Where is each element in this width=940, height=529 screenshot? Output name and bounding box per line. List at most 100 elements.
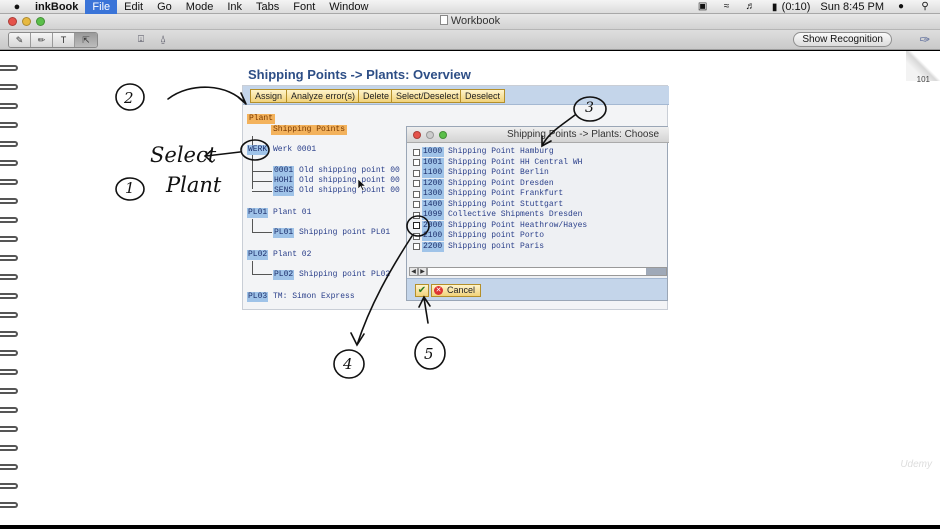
shipping-point-row[interactable]: 1200 Shipping Point Dresden (413, 178, 554, 189)
spotlight-search-icon[interactable]: ⚲ (918, 2, 932, 12)
cancel-button[interactable]: ✕ Cancel (431, 284, 482, 297)
document-icon (439, 15, 448, 25)
pen-tool-button[interactable]: ✎ (9, 33, 31, 47)
shipping-point-row[interactable]: 1099 Collective Shipments Dresden (413, 210, 582, 220)
row-checkbox[interactable] (413, 232, 420, 240)
show-recognition-button[interactable]: Show Recognition (793, 32, 892, 47)
pen-settings-icon[interactable]: ✑ (916, 32, 934, 48)
menu-font[interactable]: Font (286, 0, 322, 14)
shipping-point-row[interactable]: 1400 Shipping Point Stuttgart (413, 199, 563, 210)
shipping-point-row[interactable]: 1000 Shipping Point Hamburg (413, 147, 554, 157)
battery-status[interactable]: ▮ (0:10) (768, 1, 811, 13)
tree-shipping-point-name[interactable]: Old shipping point 00 (299, 176, 400, 186)
tree-shipping-point-name[interactable]: Shipping point PL02 (299, 270, 390, 280)
deselect-button[interactable]: Deselect (460, 89, 506, 103)
delete-button[interactable]: Delete (358, 89, 395, 103)
shipping-point-code: 1099 (422, 210, 444, 220)
grow-ink-icon[interactable]: ⍙ (154, 33, 172, 47)
tree-plant-name[interactable]: Plant 02 (273, 250, 311, 260)
tree-plant-name[interactable]: Werk 0001 (273, 145, 316, 155)
notebook-page[interactable]: 101 Udemy Shipping Points -> Plants: Ove… (0, 51, 940, 525)
row-checkbox[interactable] (413, 148, 420, 156)
tree-plant-code[interactable]: PL01 (247, 208, 269, 218)
menu-ink[interactable]: Ink (220, 0, 249, 14)
select-deselect-button[interactable]: Select/Deselect (391, 89, 464, 103)
assign-button[interactable]: Assign (250, 89, 288, 103)
annotation-step-3: 3 (585, 100, 594, 116)
annotation-step-2: 2 (124, 89, 134, 107)
shipping-point-code: 2100 (422, 231, 444, 241)
tree-root-plant[interactable]: Plant (247, 114, 276, 124)
menu-mode[interactable]: Mode (179, 0, 221, 14)
tree-shipping-point-name[interactable]: Shipping point PL01 (299, 228, 390, 238)
row-checkbox[interactable] (413, 190, 420, 198)
annotation-plant-text: Plant (166, 173, 222, 197)
select-tool-button[interactable]: ⇱ (75, 33, 97, 47)
tree-plant-name[interactable]: Plant 01 (273, 208, 311, 218)
tree-connector (252, 274, 272, 275)
tree-node-shipping-points[interactable]: Shipping Points (271, 125, 348, 135)
dialog-footer: ✔ ✕ Cancel (407, 278, 667, 300)
ink-tool-group: ✎ ✏ T ⇱ (8, 32, 98, 48)
text-tool-button[interactable]: T (53, 33, 75, 47)
tree-plant-name[interactable]: TM: Simon Express (273, 292, 355, 302)
tree-plant-code[interactable]: PL02 (247, 250, 269, 260)
shipping-point-row[interactable]: 2200 Shipping point Paris (413, 241, 544, 252)
app-menu[interactable]: inkBook (28, 0, 85, 14)
row-checkbox[interactable] (413, 243, 420, 250)
spiral-ring (0, 255, 18, 261)
tree-connector (252, 156, 253, 189)
row-checkbox[interactable] (413, 211, 420, 219)
shrink-ink-icon[interactable]: ⍗ (132, 33, 150, 47)
row-checkbox[interactable] (413, 159, 420, 166)
scroll-thumb[interactable] (646, 268, 666, 275)
spiral-ring (0, 293, 18, 299)
row-checkbox[interactable] (413, 180, 420, 187)
dialog-zoom-button[interactable] (439, 131, 447, 139)
dialog-minimize-button[interactable] (426, 131, 434, 139)
shipping-point-code: 1001 (422, 157, 444, 168)
shipping-point-row[interactable]: 1100 Shipping Point Berlin (413, 168, 549, 178)
shipping-point-code: 2000 (422, 220, 444, 231)
shipping-point-row[interactable]: 2100 Shipping point Porto (413, 231, 544, 241)
row-checkbox[interactable] (413, 169, 420, 177)
tree-shipping-point-code[interactable]: SENS (273, 186, 295, 196)
shipping-point-row[interactable]: 1001 Shipping Point HH Central WH (413, 157, 582, 168)
tree-shipping-point-name[interactable]: Old shipping point 00 (299, 186, 400, 196)
scroll-right-icon[interactable]: ▶ (418, 267, 427, 276)
screen-record-icon[interactable]: ▣ (696, 2, 710, 12)
spiral-ring (0, 388, 18, 394)
window-title-bar: Workbook (0, 14, 940, 30)
volume-icon[interactable]: ♬ (744, 2, 758, 12)
spiral-binding (0, 57, 22, 525)
menu-window[interactable]: Window (322, 0, 375, 14)
tree-shipping-point-code[interactable]: HOHI (273, 176, 295, 186)
tree-shipping-point-code[interactable]: 0001 (273, 166, 295, 176)
wifi-icon[interactable]: ≈ (720, 2, 734, 12)
row-checkbox[interactable] (413, 222, 420, 229)
tree-plant-code[interactable]: WERK (247, 145, 269, 155)
scroll-left-icon[interactable]: ◀ (409, 267, 418, 276)
scroll-track[interactable] (427, 267, 667, 276)
menu-tabs[interactable]: Tabs (249, 0, 286, 14)
tree-shipping-point-name[interactable]: Old shipping point 00 (299, 166, 400, 176)
menu-edit[interactable]: Edit (117, 0, 150, 14)
shipping-point-code: 1300 (422, 189, 444, 199)
tree-shipping-point-code[interactable]: PL02 (273, 270, 295, 280)
shipping-point-row[interactable]: 2000 Shipping Point Heathrow/Hayes (413, 220, 587, 231)
dialog-close-button[interactable] (413, 131, 421, 139)
shipping-point-row[interactable]: 1300 Shipping Point Frankfurt (413, 189, 563, 199)
row-checkbox[interactable] (413, 201, 420, 208)
tree-plant-code[interactable]: PL03 (247, 292, 269, 302)
apple-menu-icon[interactable]: ● (6, 1, 28, 13)
menu-clock[interactable]: Sun 8:45 PM (820, 1, 884, 13)
confirm-button[interactable]: ✔ (415, 284, 429, 297)
tree-connector (252, 232, 272, 233)
menu-go[interactable]: Go (150, 0, 179, 14)
user-icon[interactable]: ● (894, 2, 908, 12)
horizontal-scrollbar[interactable]: ◀ ▶ (409, 267, 667, 276)
analyze-errors-button[interactable]: Analyze error(s) (286, 89, 361, 103)
highlighter-tool-button[interactable]: ✏ (31, 33, 53, 47)
menu-file[interactable]: File (85, 0, 118, 14)
tree-shipping-point-code[interactable]: PL01 (273, 228, 295, 238)
